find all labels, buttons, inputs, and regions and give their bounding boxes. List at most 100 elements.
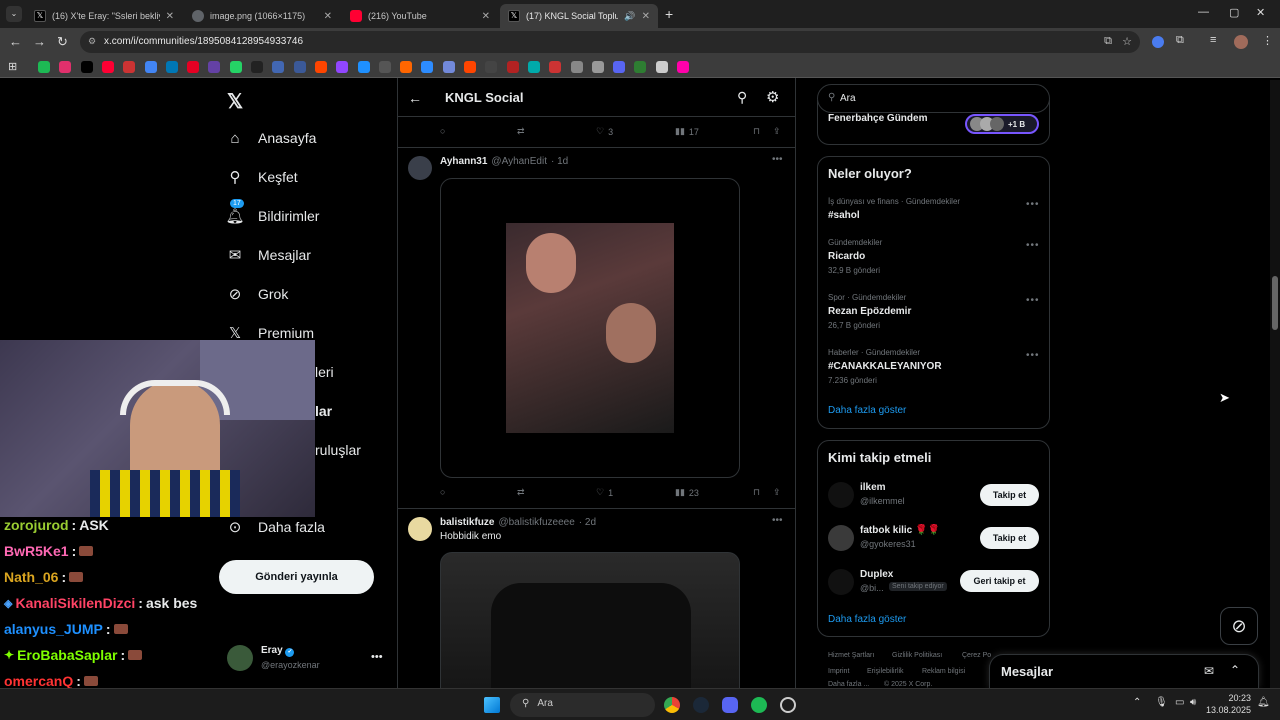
install-icon[interactable]: ⧉	[1104, 35, 1112, 48]
footer-link[interactable]: Hizmet Şartları	[828, 652, 874, 659]
browser-tab-4[interactable]: 𝕏 (17) KNGL Social Topluluk / 🔊 ✕	[500, 4, 658, 28]
avatar[interactable]	[828, 525, 854, 551]
bookmark-icon[interactable]	[421, 61, 434, 73]
minimize-button[interactable]: —	[1198, 6, 1209, 18]
menu-icon[interactable]: ⋮	[1262, 34, 1273, 47]
bookmark-icon[interactable]	[272, 61, 285, 73]
back-arrow-icon[interactable]: ←	[408, 90, 422, 106]
suggest-name[interactable]: Duplex	[860, 569, 893, 580]
notifications-icon[interactable]: 🔔︎	[1257, 697, 1270, 708]
tab-search-button[interactable]: ⌄	[6, 6, 22, 22]
bookmark-icon[interactable]	[591, 61, 604, 73]
repost-button[interactable]: ⇄	[517, 487, 525, 498]
account-menu-icon[interactable]: •••	[371, 651, 383, 663]
close-tab-icon[interactable]: ✕	[166, 11, 174, 22]
bookmark-icon[interactable]	[485, 61, 498, 73]
settings-gear-icon[interactable]: ⚙	[766, 88, 779, 106]
bookmark-icon[interactable]	[677, 61, 689, 73]
bookmark-icon[interactable]	[187, 61, 200, 73]
taskbar-search[interactable]: ⚲ Ara	[510, 693, 655, 717]
views-button[interactable]: ▮▮ 17	[675, 126, 699, 137]
nav-item-partial-2[interactable]: lar	[315, 403, 332, 419]
bookmark-icon[interactable]	[655, 61, 668, 73]
bookmark-icon[interactable]	[400, 61, 413, 73]
repost-button[interactable]: ⇄	[517, 126, 525, 137]
trend-more-icon[interactable]: •••	[1026, 199, 1040, 210]
bookmark-icon[interactable]	[506, 61, 519, 73]
maximize-button[interactable]: ▢	[1229, 6, 1239, 19]
discord-app-icon[interactable]	[722, 697, 738, 713]
speaker-icon[interactable]: 🔊	[624, 11, 635, 22]
post-button[interactable]: Gönderi yayınla	[219, 560, 374, 594]
bookmark-icon[interactable]	[442, 61, 455, 73]
follow-button[interactable]: Takip et	[980, 527, 1039, 549]
footer-link[interactable]: Erişilebilirlik	[867, 668, 904, 675]
post-video[interactable]	[440, 178, 740, 478]
share-button[interactable]: ⇪	[773, 487, 781, 498]
post-author[interactable]: Ayhann31 @AyhanEdit · 1d	[440, 156, 568, 167]
bookmark-icon[interactable]	[59, 61, 72, 73]
scrollbar-thumb[interactable]	[1272, 276, 1278, 330]
suggest-name[interactable]: fatbok kilic 🌹🌹	[860, 525, 940, 536]
bookmark-icon[interactable]	[634, 61, 647, 73]
bookmark-icon[interactable]	[229, 61, 242, 73]
avatar[interactable]	[828, 482, 854, 508]
show-more-follow-link[interactable]: Daha fazla göster	[828, 614, 906, 625]
close-window-button[interactable]: ✕	[1256, 6, 1265, 19]
post-more-icon[interactable]: •••	[772, 154, 783, 165]
show-more-trends-link[interactable]: Daha fazla göster	[828, 405, 906, 416]
bookmark-icon[interactable]	[527, 61, 540, 73]
bookmark-icon[interactable]	[378, 61, 391, 73]
bookmark-icon[interactable]	[613, 61, 626, 73]
browser-tab-2[interactable]: image.png (1066×1175) ✕	[184, 4, 340, 28]
bookmark-icon[interactable]	[80, 61, 93, 73]
scrollbar-track[interactable]	[1270, 80, 1280, 688]
reply-button[interactable]: ○	[440, 126, 445, 136]
new-message-icon[interactable]: ✉	[1204, 664, 1214, 678]
bookmark-button[interactable]: ⊓	[753, 487, 760, 498]
steam-app-icon[interactable]	[693, 697, 709, 713]
suggest-name[interactable]: ilkem	[860, 482, 886, 493]
trend-title[interactable]: #sahol	[828, 210, 860, 221]
tray-chevron-icon[interactable]: ⌃	[1133, 697, 1141, 708]
trend-more-icon[interactable]: •••	[1026, 240, 1040, 251]
bookmark-icon[interactable]	[464, 61, 476, 73]
trend-more-icon[interactable]: •••	[1026, 295, 1040, 306]
footer-link[interactable]: Çerez Po	[962, 652, 991, 659]
bookmark-icon[interactable]	[251, 61, 263, 73]
trend-title[interactable]: #CANAKKALEYANIYOR	[828, 361, 942, 372]
x-logo-icon[interactable]: 𝕏	[227, 89, 243, 114]
clock-date[interactable]: 13.08.2025	[1205, 705, 1251, 715]
trend-more-icon[interactable]: •••	[1026, 350, 1040, 361]
account-name[interactable]: Eray ✓	[261, 645, 295, 657]
bookmark-icon[interactable]	[570, 61, 583, 73]
avatar[interactable]	[828, 569, 854, 595]
network-icon[interactable]: ▭	[1175, 697, 1184, 708]
footer-link[interactable]: Imprint	[828, 668, 849, 675]
post-more-icon[interactable]: •••	[772, 515, 783, 526]
microphone-icon[interactable]: 🎙︎	[1155, 697, 1168, 708]
nav-item-explore[interactable]: ⚲ Keşfet	[226, 168, 298, 186]
avatar[interactable]	[408, 517, 432, 541]
close-tab-icon[interactable]: ✕	[324, 11, 332, 22]
footer-link[interactable]: Daha fazla ...	[828, 681, 869, 688]
search-icon[interactable]: ⚲	[737, 89, 747, 106]
chrome-app-icon[interactable]	[664, 697, 680, 713]
trend-title[interactable]: Rezan Epözdemir	[828, 306, 911, 317]
avatar[interactable]	[408, 156, 432, 180]
site-info-icon[interactable]: ⚙	[88, 36, 96, 47]
nav-item-home[interactable]: ⌂ Anasayfa	[226, 129, 316, 147]
bookmark-icon[interactable]	[293, 61, 306, 73]
nav-item-more[interactable]: ⊙ Daha fazla	[226, 518, 325, 536]
trend-title[interactable]: Ricardo	[828, 251, 865, 262]
nav-item-messages[interactable]: ✉ Mesajlar	[226, 246, 311, 264]
nav-item-grok[interactable]: ⊘ Grok	[226, 285, 289, 303]
share-button[interactable]: ⇪	[773, 126, 781, 137]
extensions-puzzle-icon[interactable]: ⧉	[1176, 34, 1184, 47]
nav-item-partial-1[interactable]: leri	[315, 364, 334, 380]
bookmark-button[interactable]: ⊓	[753, 126, 760, 137]
clock-time[interactable]: 20:23	[1213, 693, 1251, 703]
browser-tab-3[interactable]: (216) YouTube ✕	[342, 4, 498, 28]
back-icon[interactable]: ←	[9, 34, 22, 49]
bookmark-icon[interactable]	[208, 61, 221, 73]
